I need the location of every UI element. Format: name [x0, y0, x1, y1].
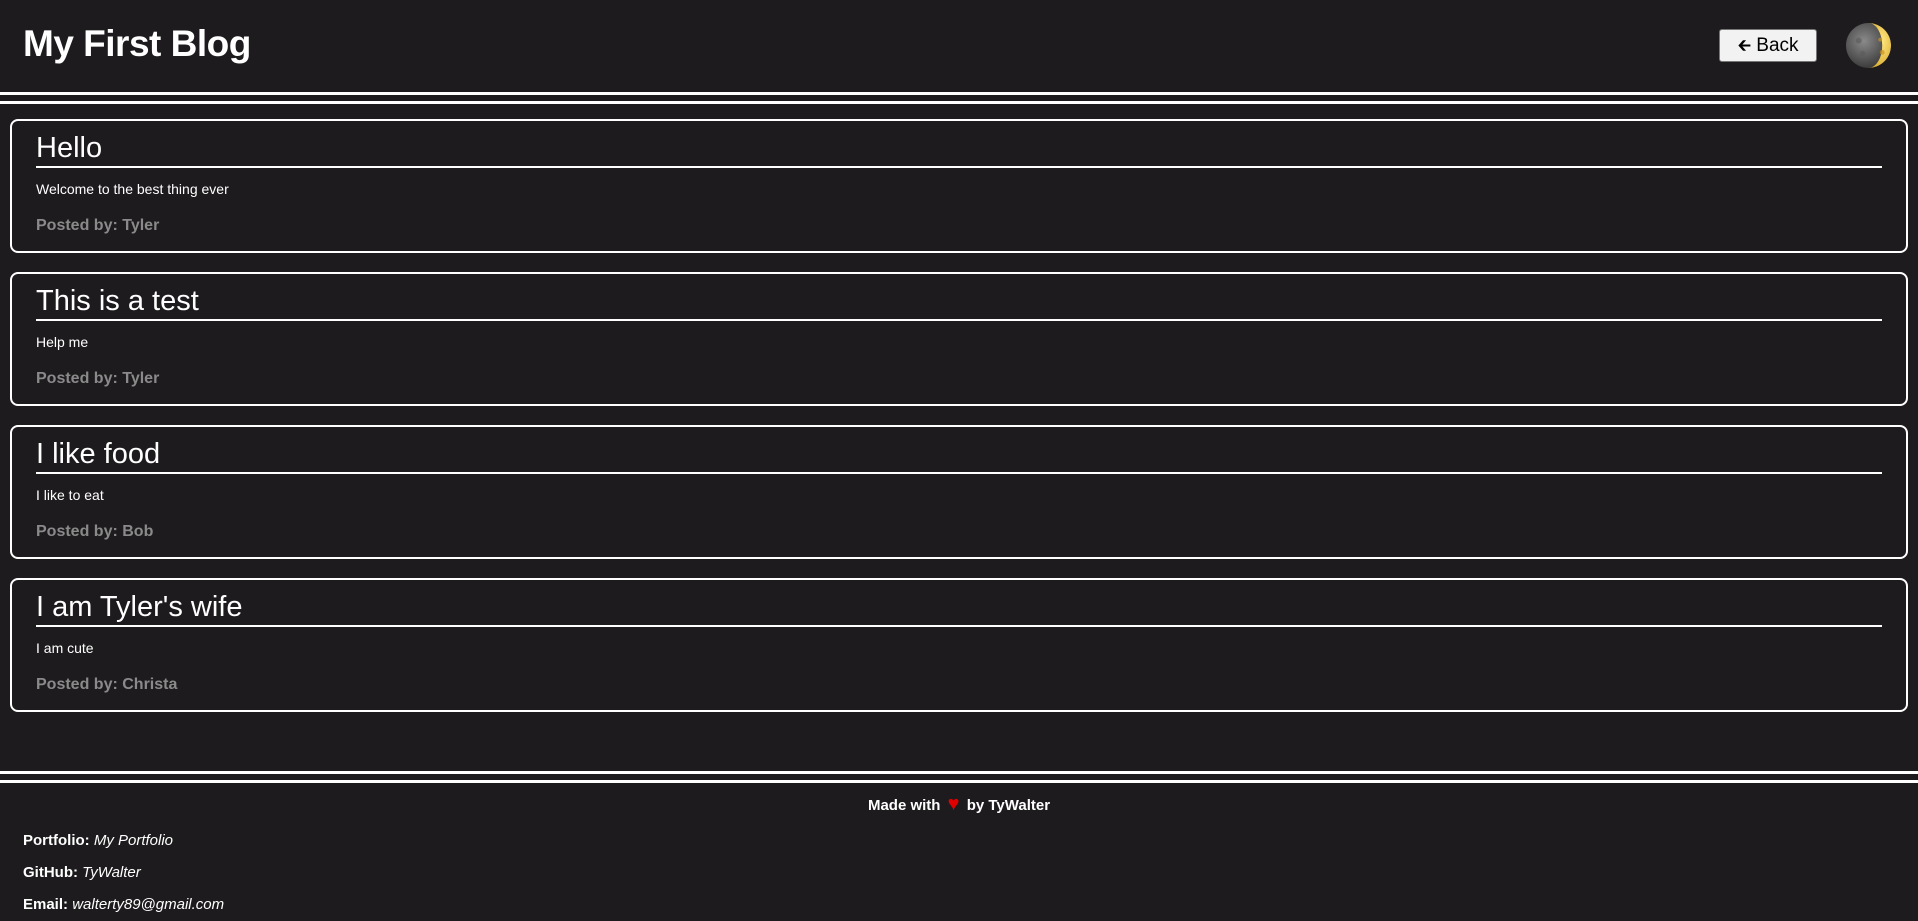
post-card: I like food I like to eat Posted by: Bob — [10, 425, 1908, 559]
made-with-credit: Made with ♥ by TyWalter — [0, 793, 1918, 815]
post-title: This is a test — [36, 284, 1882, 321]
portfolio-line: Portfolio: My Portfolio — [23, 825, 1918, 857]
email-link[interactable]: walterty89@gmail.com — [72, 896, 224, 913]
post-author: Posted by: Christa — [36, 676, 178, 693]
github-link[interactable]: TyWalter — [82, 864, 141, 881]
post-body: I am cute — [36, 640, 94, 656]
left-arrow-icon: 🡰 — [1737, 36, 1752, 55]
made-with-prefix: Made with — [867, 797, 941, 814]
post-title: I am Tyler's wife — [36, 590, 1882, 627]
post-list: Hello Welcome to the best thing ever Pos… — [0, 104, 1918, 712]
post-card: I am Tyler's wife I am cute Posted by: C… — [10, 578, 1908, 712]
portfolio-label: Portfolio: — [23, 832, 90, 849]
footer-links: Portfolio: My Portfolio GitHub: TyWalter… — [0, 825, 1918, 921]
email-line: Email: walterty89@gmail.com — [23, 889, 1918, 921]
post-body: Welcome to the best thing ever — [36, 181, 229, 197]
post-body: I like to eat — [36, 487, 104, 503]
post-card: Hello Welcome to the best thing ever Pos… — [10, 119, 1908, 253]
post-title: Hello — [36, 131, 1882, 168]
post-title: I like food — [36, 437, 1882, 474]
post-author: Posted by: Tyler — [36, 217, 160, 234]
email-label: Email: — [23, 896, 69, 913]
header-divider — [0, 92, 1918, 104]
github-line: GitHub: TyWalter — [23, 857, 1918, 889]
made-with-suffix: by TyWalter — [966, 797, 1051, 814]
site-footer: Made with ♥ by TyWalter Portfolio: My Po… — [0, 771, 1918, 921]
site-title: My First Blog — [23, 23, 251, 64]
post-author: Posted by: Tyler — [36, 370, 160, 387]
back-button-label: Back — [1756, 35, 1799, 56]
site-header: My First Blog 🡰 Back — [0, 0, 1918, 92]
crescent-moon-icon[interactable] — [1845, 22, 1892, 69]
post-body: Help me — [36, 334, 89, 350]
post-author: Posted by: Bob — [36, 523, 154, 540]
portfolio-link[interactable]: My Portfolio — [94, 832, 173, 849]
back-button[interactable]: 🡰 Back — [1719, 29, 1817, 62]
footer-divider — [0, 771, 1918, 783]
github-label: GitHub: — [23, 864, 78, 881]
heart-icon: ♥ — [947, 793, 960, 815]
post-card: This is a test Help me Posted by: Tyler — [10, 272, 1908, 406]
